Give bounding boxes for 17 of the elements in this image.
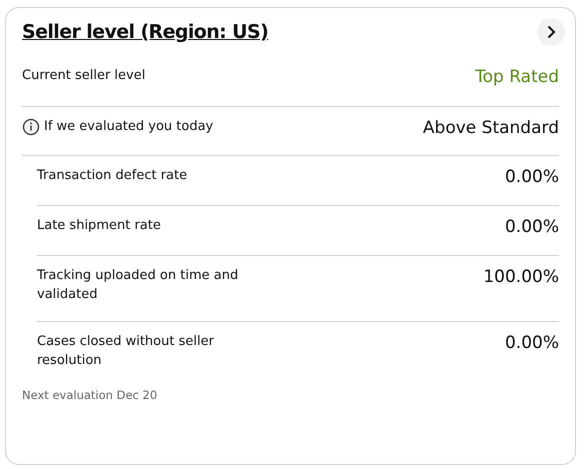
card-title-link[interactable]: Seller level (Region: US) [22, 21, 268, 43]
metric-value: 0.00% [504, 166, 559, 188]
metric-label: Tracking uploaded on time and validated [37, 267, 240, 304]
chevron-button[interactable] [537, 18, 565, 46]
chevron-right-icon [546, 25, 556, 39]
metric-value: 0.00% [504, 332, 559, 354]
metric-label: Cases closed without seller resolution [37, 333, 215, 370]
metric-label: Late shipment rate [37, 217, 161, 235]
row-label: If we evaluated you today [44, 118, 214, 136]
metric-value: 100.00% [483, 266, 559, 288]
info-icon[interactable] [22, 118, 40, 136]
evaluation-value: Above Standard [422, 117, 559, 139]
seller-level-value: Top Rated [475, 66, 559, 88]
metric-value: 0.00% [504, 216, 559, 238]
next-evaluation-text: Next evaluation Dec 20 [22, 388, 158, 402]
metric-label: Transaction defect rate [37, 167, 188, 185]
row-label: Current seller level [22, 67, 146, 85]
